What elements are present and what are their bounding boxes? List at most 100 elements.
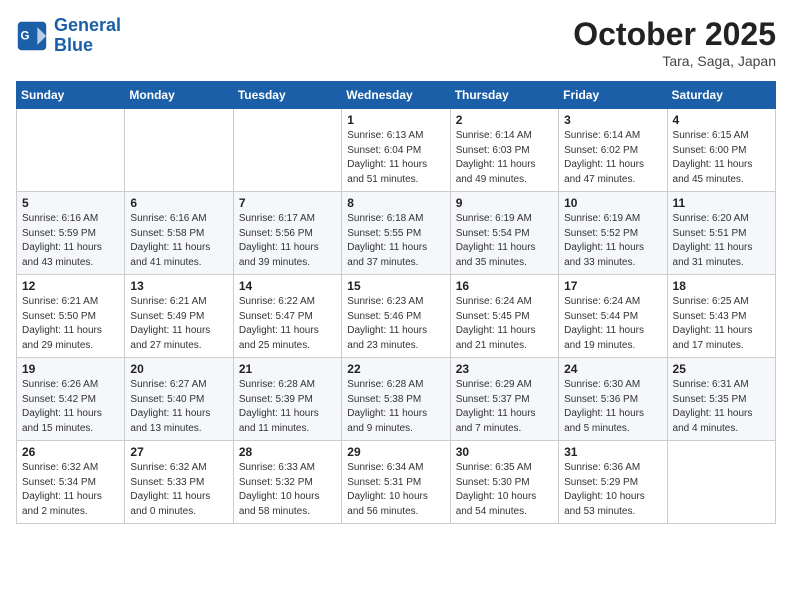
day-info: Sunrise: 6:30 AM Sunset: 5:36 PM Dayligh… <box>564 378 661 436</box>
calendar-cell: 14 Sunrise: 6:22 AM Sunset: 5:47 PM Dayli… <box>233 275 341 358</box>
weekday-header-saturday: Saturday <box>667 82 775 109</box>
page-header: G General Blue October 2025 Tara, Saga, … <box>16 16 776 69</box>
day-number: 13 <box>130 279 227 293</box>
day-info: Sunrise: 6:14 AM Sunset: 6:03 PM Dayligh… <box>456 129 553 187</box>
day-number: 10 <box>564 196 661 210</box>
calendar-cell: 25 Sunrise: 6:31 AM Sunset: 5:35 PM Dayli… <box>667 358 775 441</box>
day-number: 26 <box>22 445 119 459</box>
day-number: 31 <box>564 445 661 459</box>
day-info: Sunrise: 6:20 AM Sunset: 5:51 PM Dayligh… <box>673 212 770 270</box>
calendar-cell: 23 Sunrise: 6:29 AM Sunset: 5:37 PM Dayli… <box>450 358 558 441</box>
calendar-week-row: 19Sunrise: 6:26 AM Sunset: 5:42 PM Dayli… <box>17 358 776 441</box>
calendar-cell: 15 Sunrise: 6:23 AM Sunset: 5:46 PM Dayli… <box>342 275 450 358</box>
day-info: Sunrise: 6:16 AM Sunset: 5:59 PM Dayligh… <box>22 212 119 270</box>
day-info: Sunrise: 6:26 AM Sunset: 5:42 PM Dayligh… <box>22 378 119 436</box>
day-info: Sunrise: 6:28 AM Sunset: 5:39 PM Dayligh… <box>239 378 336 436</box>
calendar-cell: 8 Sunrise: 6:18 AM Sunset: 5:55 PM Daylig… <box>342 192 450 275</box>
day-number: 8 <box>347 196 444 210</box>
location: Tara, Saga, Japan <box>573 53 776 69</box>
day-info: Sunrise: 6:21 AM Sunset: 5:50 PM Dayligh… <box>22 295 119 353</box>
day-info: Sunrise: 6:16 AM Sunset: 5:58 PM Dayligh… <box>130 212 227 270</box>
calendar-cell: 12 Sunrise: 6:21 AM Sunset: 5:50 PM Dayli… <box>17 275 125 358</box>
day-number: 7 <box>239 196 336 210</box>
calendar-cell: 22 Sunrise: 6:28 AM Sunset: 5:38 PM Dayli… <box>342 358 450 441</box>
title-block: October 2025 Tara, Saga, Japan <box>573 16 776 69</box>
day-info: Sunrise: 6:17 AM Sunset: 5:56 PM Dayligh… <box>239 212 336 270</box>
calendar-cell: 27 Sunrise: 6:32 AM Sunset: 5:33 PM Dayli… <box>125 441 233 524</box>
day-info: Sunrise: 6:22 AM Sunset: 5:47 PM Dayligh… <box>239 295 336 353</box>
month-title: October 2025 <box>573 16 776 53</box>
calendar-cell: 2 Sunrise: 6:14 AM Sunset: 6:03 PM Daylig… <box>450 109 558 192</box>
calendar-cell: 30 Sunrise: 6:35 AM Sunset: 5:30 PM Dayli… <box>450 441 558 524</box>
day-number: 20 <box>130 362 227 376</box>
calendar-cell <box>667 441 775 524</box>
day-info: Sunrise: 6:32 AM Sunset: 5:33 PM Dayligh… <box>130 461 227 519</box>
day-number: 11 <box>673 196 770 210</box>
day-number: 21 <box>239 362 336 376</box>
day-number: 29 <box>347 445 444 459</box>
calendar-cell: 26 Sunrise: 6:32 AM Sunset: 5:34 PM Dayli… <box>17 441 125 524</box>
day-number: 12 <box>22 279 119 293</box>
day-info: Sunrise: 6:33 AM Sunset: 5:32 PM Dayligh… <box>239 461 336 519</box>
day-number: 5 <box>22 196 119 210</box>
day-info: Sunrise: 6:29 AM Sunset: 5:37 PM Dayligh… <box>456 378 553 436</box>
logo: G General Blue <box>16 16 121 56</box>
calendar-cell <box>125 109 233 192</box>
logo-line1: General <box>54 16 121 36</box>
day-number: 9 <box>456 196 553 210</box>
day-info: Sunrise: 6:34 AM Sunset: 5:31 PM Dayligh… <box>347 461 444 519</box>
calendar-cell: 31 Sunrise: 6:36 AM Sunset: 5:29 PM Dayli… <box>559 441 667 524</box>
weekday-header-tuesday: Tuesday <box>233 82 341 109</box>
day-info: Sunrise: 6:35 AM Sunset: 5:30 PM Dayligh… <box>456 461 553 519</box>
day-number: 22 <box>347 362 444 376</box>
day-number: 25 <box>673 362 770 376</box>
calendar-cell: 3 Sunrise: 6:14 AM Sunset: 6:02 PM Daylig… <box>559 109 667 192</box>
calendar-cell: 9 Sunrise: 6:19 AM Sunset: 5:54 PM Daylig… <box>450 192 558 275</box>
weekday-header-sunday: Sunday <box>17 82 125 109</box>
calendar-cell: 29 Sunrise: 6:34 AM Sunset: 5:31 PM Dayli… <box>342 441 450 524</box>
weekday-header-wednesday: Wednesday <box>342 82 450 109</box>
day-number: 3 <box>564 113 661 127</box>
calendar-cell: 4 Sunrise: 6:15 AM Sunset: 6:00 PM Daylig… <box>667 109 775 192</box>
day-number: 2 <box>456 113 553 127</box>
day-info: Sunrise: 6:18 AM Sunset: 5:55 PM Dayligh… <box>347 212 444 270</box>
day-info: Sunrise: 6:19 AM Sunset: 5:54 PM Dayligh… <box>456 212 553 270</box>
calendar-cell: 7 Sunrise: 6:17 AM Sunset: 5:56 PM Daylig… <box>233 192 341 275</box>
calendar-cell: 11 Sunrise: 6:20 AM Sunset: 5:51 PM Dayli… <box>667 192 775 275</box>
weekday-header-monday: Monday <box>125 82 233 109</box>
day-number: 15 <box>347 279 444 293</box>
day-info: Sunrise: 6:27 AM Sunset: 5:40 PM Dayligh… <box>130 378 227 436</box>
calendar-cell: 5 Sunrise: 6:16 AM Sunset: 5:59 PM Daylig… <box>17 192 125 275</box>
calendar-cell: 21 Sunrise: 6:28 AM Sunset: 5:39 PM Dayli… <box>233 358 341 441</box>
day-number: 24 <box>564 362 661 376</box>
calendar-cell: 17Sunrise: 6:24 AM Sunset: 5:44 PM Dayli… <box>559 275 667 358</box>
day-info: Sunrise: 6:36 AM Sunset: 5:29 PM Dayligh… <box>564 461 661 519</box>
day-number: 27 <box>130 445 227 459</box>
weekday-header-friday: Friday <box>559 82 667 109</box>
day-info: Sunrise: 6:31 AM Sunset: 5:35 PM Dayligh… <box>673 378 770 436</box>
calendar-cell <box>233 109 341 192</box>
weekday-header-row: SundayMondayTuesdayWednesdayThursdayFrid… <box>17 82 776 109</box>
svg-text:G: G <box>20 30 29 42</box>
logo-icon: G <box>16 20 48 52</box>
calendar-cell: 6Sunrise: 6:16 AM Sunset: 5:58 PM Daylig… <box>125 192 233 275</box>
calendar-table: SundayMondayTuesdayWednesdayThursdayFrid… <box>16 81 776 524</box>
calendar-cell: 16Sunrise: 6:24 AM Sunset: 5:45 PM Dayli… <box>450 275 558 358</box>
calendar-cell: 20 Sunrise: 6:27 AM Sunset: 5:40 PM Dayli… <box>125 358 233 441</box>
day-info: Sunrise: 6:23 AM Sunset: 5:46 PM Dayligh… <box>347 295 444 353</box>
day-info: Sunrise: 6:28 AM Sunset: 5:38 PM Dayligh… <box>347 378 444 436</box>
day-info: Sunrise: 6:32 AM Sunset: 5:34 PM Dayligh… <box>22 461 119 519</box>
day-number: 23 <box>456 362 553 376</box>
day-number: 14 <box>239 279 336 293</box>
day-number: 16 <box>456 279 553 293</box>
day-number: 30 <box>456 445 553 459</box>
day-info: Sunrise: 6:14 AM Sunset: 6:02 PM Dayligh… <box>564 129 661 187</box>
day-number: 4 <box>673 113 770 127</box>
day-number: 17 <box>564 279 661 293</box>
day-info: Sunrise: 6:21 AM Sunset: 5:49 PM Dayligh… <box>130 295 227 353</box>
calendar-cell: 13 Sunrise: 6:21 AM Sunset: 5:49 PM Dayli… <box>125 275 233 358</box>
calendar-cell: 24 Sunrise: 6:30 AM Sunset: 5:36 PM Dayli… <box>559 358 667 441</box>
day-info: Sunrise: 6:15 AM Sunset: 6:00 PM Dayligh… <box>673 129 770 187</box>
calendar-cell: 10Sunrise: 6:19 AM Sunset: 5:52 PM Dayli… <box>559 192 667 275</box>
day-info: Sunrise: 6:25 AM Sunset: 5:43 PM Dayligh… <box>673 295 770 353</box>
